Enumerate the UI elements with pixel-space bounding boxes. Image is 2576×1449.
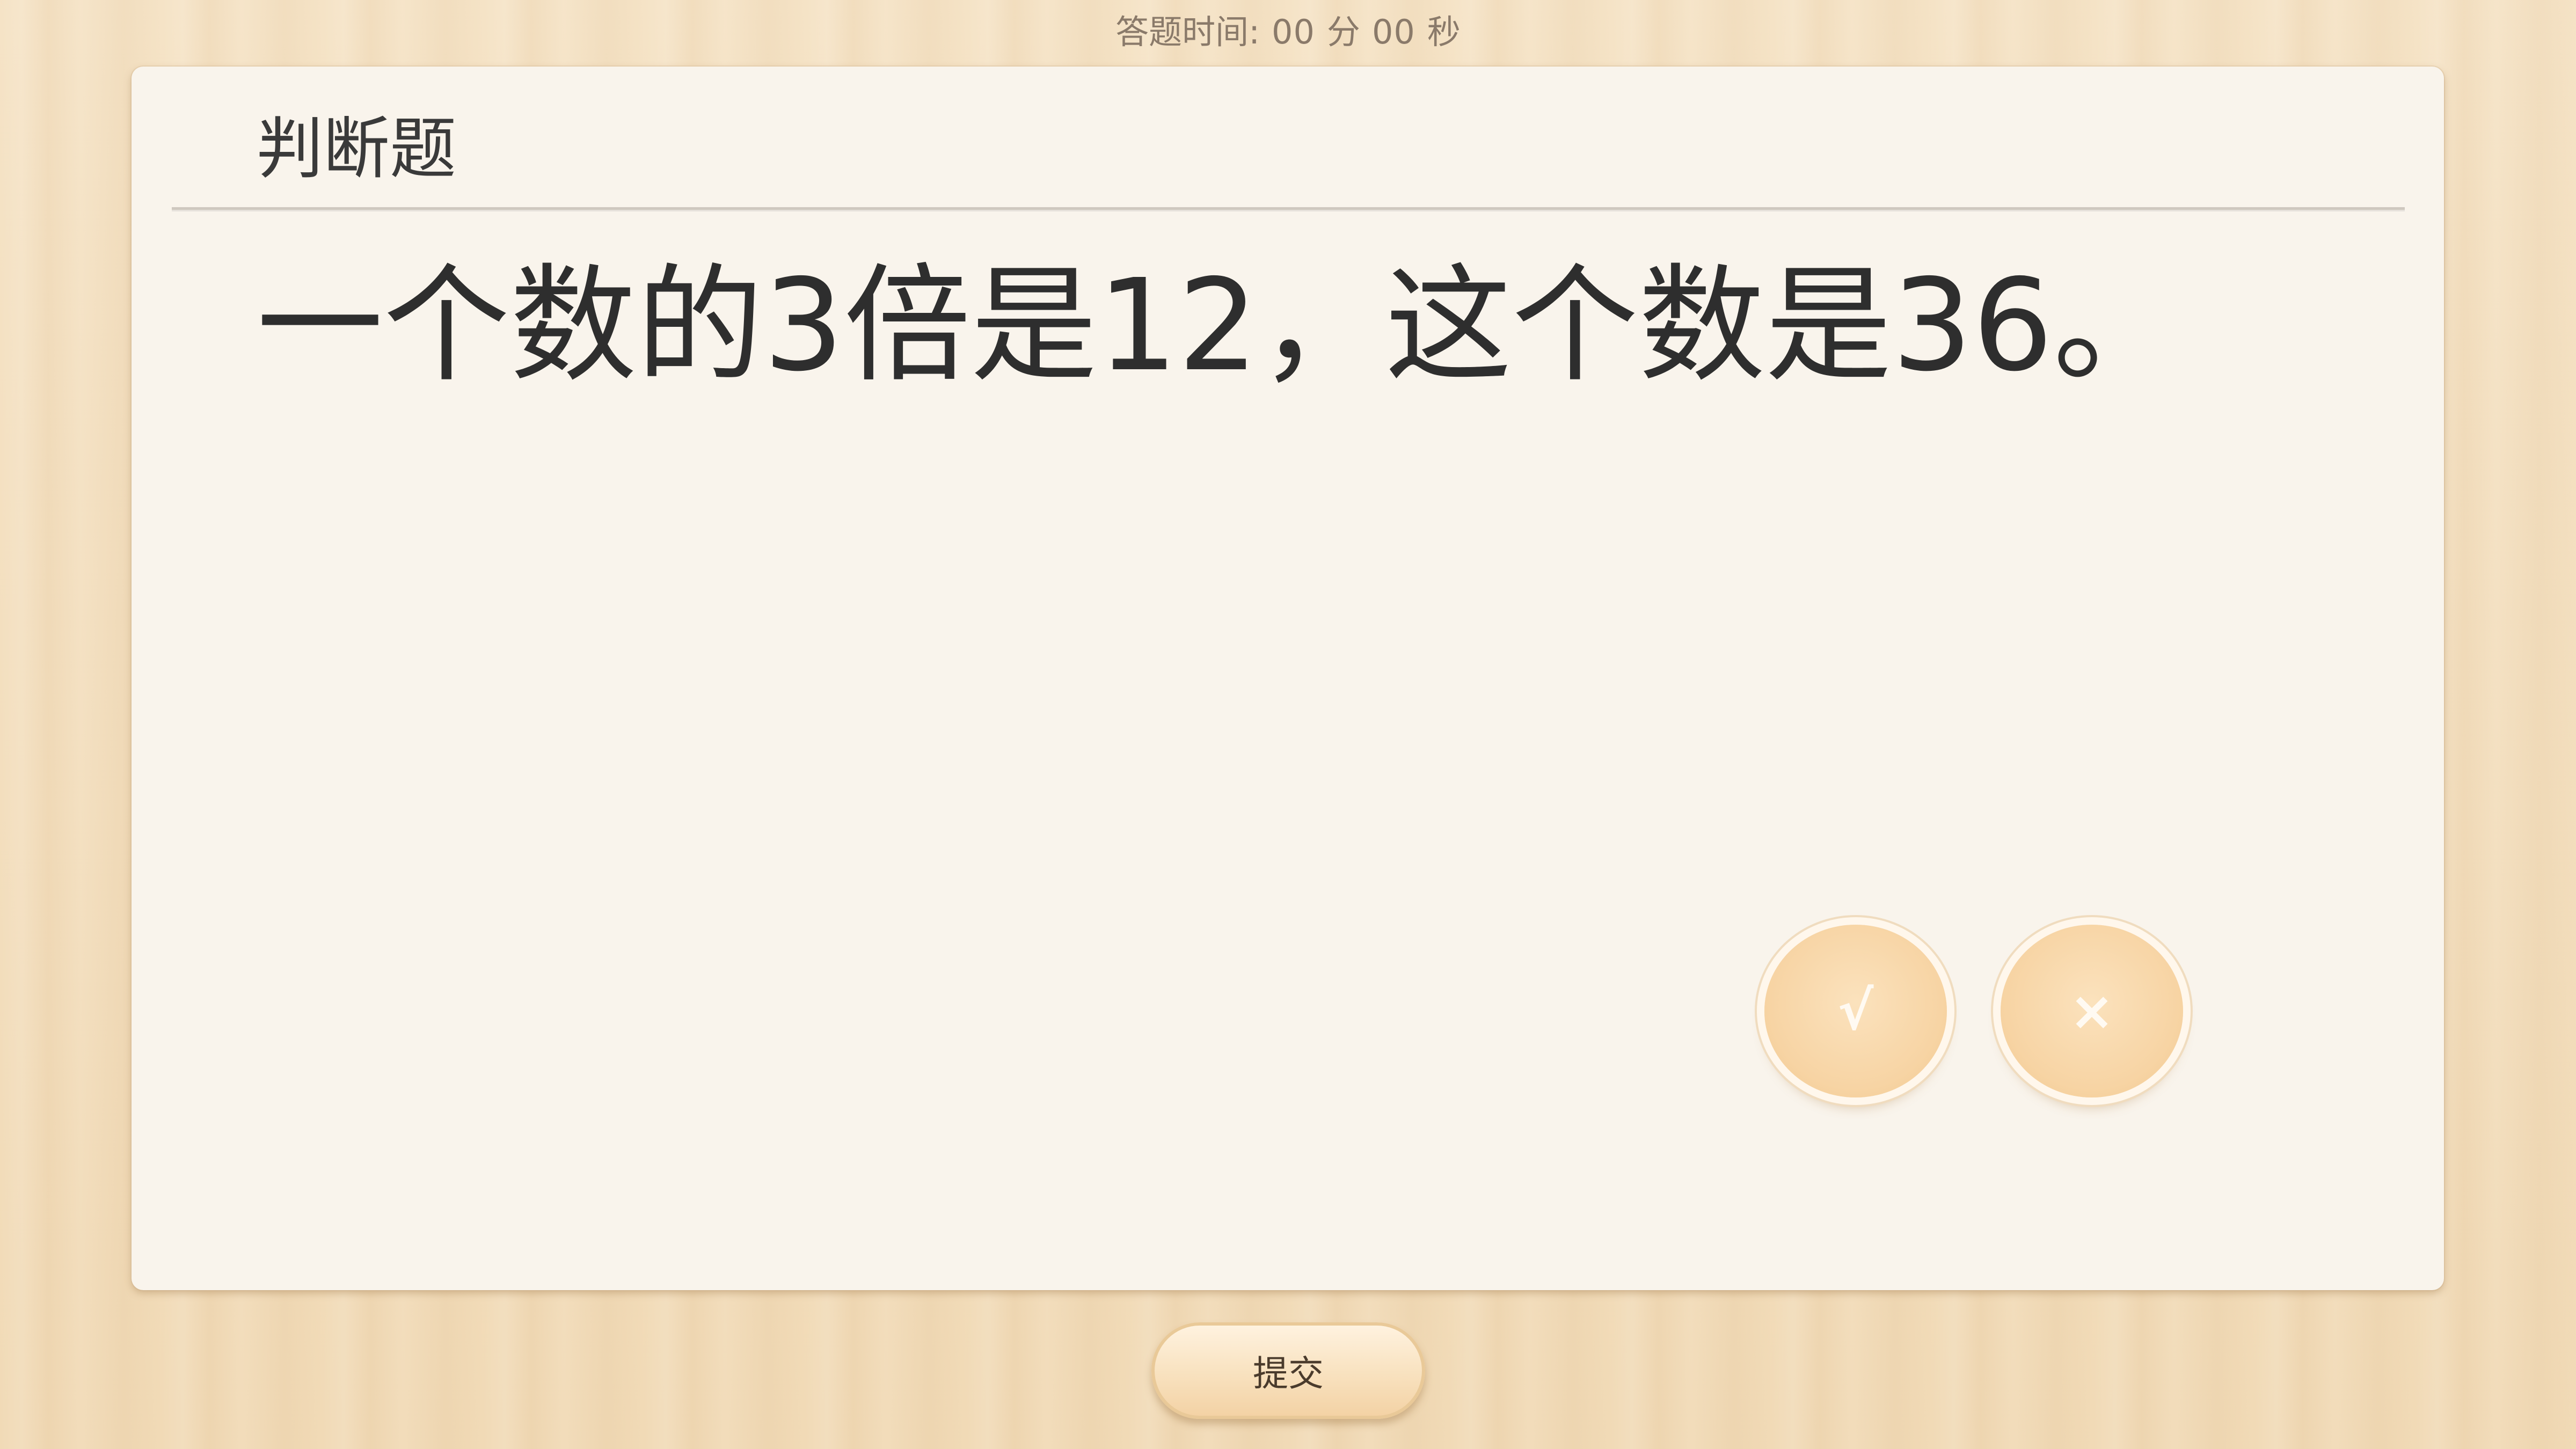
title-divider — [172, 207, 2405, 211]
answer-timer: 答题时间: 00 分 00 秒 — [0, 6, 2576, 58]
submit-button-label: 提交 — [1253, 1353, 1324, 1394]
submit-button[interactable]: 提交 — [1151, 1322, 1425, 1419]
timer-minutes-unit: 分 — [1326, 12, 1360, 52]
question-text: 一个数的3倍是12，这个数是36。 — [257, 252, 2180, 399]
false-answer-button[interactable]: × — [2001, 925, 2183, 1097]
check-icon: √ — [1837, 979, 1874, 1042]
timer-seconds: 00 — [1371, 12, 1415, 52]
question-card: 判断题 一个数的3倍是12，这个数是36。 — [132, 67, 2444, 1290]
timer-label: 答题时间: — [1115, 12, 1260, 52]
question-type-title: 判断题 — [257, 111, 457, 188]
timer-seconds-unit: 秒 — [1427, 12, 1461, 52]
timer-minutes: 00 — [1272, 12, 1315, 52]
cross-icon: × — [2069, 979, 2114, 1042]
true-answer-button[interactable]: √ — [1764, 925, 1947, 1097]
